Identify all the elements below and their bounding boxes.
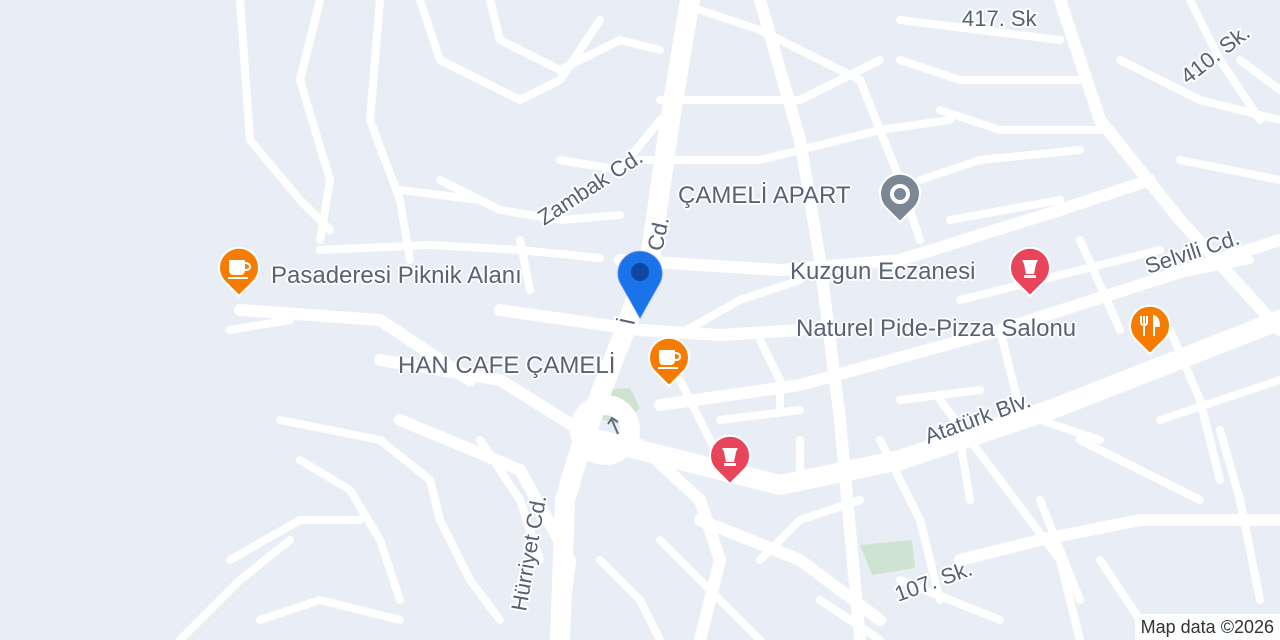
place-icon[interactable] (876, 170, 924, 224)
poi-label-naturel[interactable]: Naturel Pide-Pizza Salonu (796, 315, 1076, 343)
cafe-icon[interactable] (645, 334, 693, 388)
poi-label-pasaderesi[interactable]: Pasaderesi Piknik Alanı (271, 262, 522, 290)
pharmacy-icon[interactable] (1006, 244, 1054, 298)
restaurant-icon[interactable] (1126, 302, 1174, 356)
poi-label-cameli-apart[interactable]: ÇAMELİ APART (678, 182, 851, 210)
pharmacy-icon[interactable] (706, 432, 754, 486)
location-pin-icon[interactable] (614, 246, 666, 320)
poi-label-han-cafe[interactable]: HAN CAFE ÇAMELİ (398, 352, 615, 380)
map-canvas[interactable]: 417. Sk 410. Sk. Zambak Cd. Cd. İ Selvil… (0, 0, 1280, 640)
poi-label-kuzgun[interactable]: Kuzgun Eczanesi (790, 258, 975, 286)
map-attribution: Map data ©2026 (1134, 614, 1280, 640)
cafe-icon[interactable] (215, 244, 263, 298)
